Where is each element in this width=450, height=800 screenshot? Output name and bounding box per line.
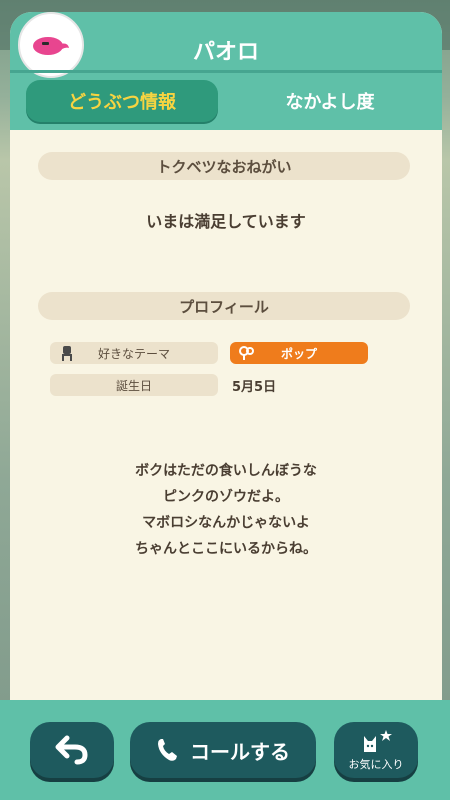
favorite-button-label: お気に入り [348,758,404,771]
cat-star-icon [364,730,392,752]
call-button-label: コールする [190,739,290,764]
pop-theme-icon [239,346,254,360]
favorite-theme-value-text: ポップ [280,346,317,361]
villager-name: パオロ [192,40,259,65]
profile-header: プロフィール [38,292,410,320]
phone-icon [158,739,177,761]
call-button[interactable]: コールする [130,722,316,778]
villager-info-sheet: パオロ どうぶつ情報 なかよし度 トクベツなおねがい いまは満足しています プロ… [10,12,442,788]
header-divider [10,70,442,73]
villager-quote: ボクはただの食いしんぼうな ピンクのゾウだよ。 マボロシなんかじゃないよ ちゃん… [10,458,442,562]
favorite-theme-label: 好きなテーマ [50,342,218,364]
back-button[interactable] [30,722,114,778]
birthday-label-text: 誕生日 [115,378,152,393]
favorite-theme-value: ポップ [230,342,368,364]
quote-line: マボロシなんかじゃないよ [142,515,310,531]
tab-villager-info[interactable]: どうぶつ情報 [26,80,218,122]
birthday-value: 5月5日 [232,380,277,395]
quote-line: ボクはただの食いしんぼうな [135,463,317,479]
favorite-button[interactable]: お気に入り [334,722,418,778]
header: パオロ どうぶつ情報 なかよし度 [10,12,442,130]
chair-icon [62,346,72,361]
quote-line: ちゃんとここにいるからね。 [135,541,317,557]
back-arrow-icon [55,735,88,765]
tab-friendship[interactable]: なかよし度 [230,80,430,122]
favorite-theme-label-text: 好きなテーマ [97,346,170,361]
birthday-label: 誕生日 [50,374,218,396]
request-message: いまは満足しています [146,212,306,231]
request-header: トクベツなおねがい [38,152,410,180]
quote-line: ピンクのゾウだよ。 [163,489,289,505]
